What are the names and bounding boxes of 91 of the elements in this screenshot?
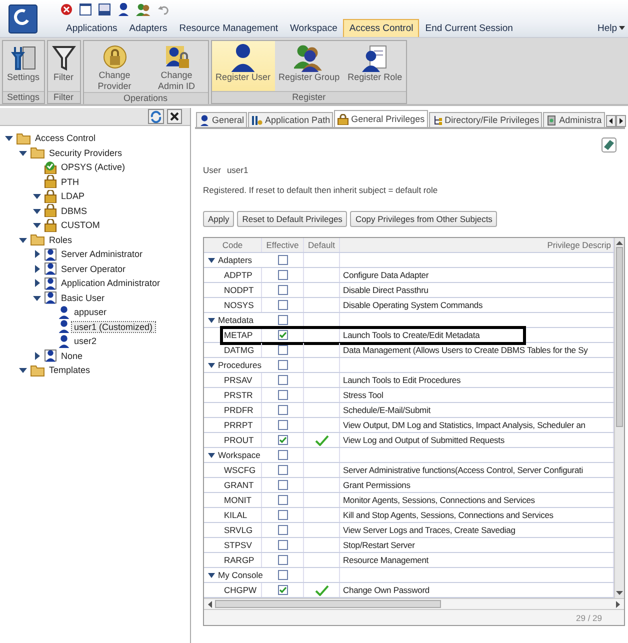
tree-item[interactable]: Roles <box>47 234 74 245</box>
tree-item[interactable]: Server Operator <box>59 264 128 274</box>
privilege-code: RARGP <box>224 555 254 565</box>
tree-item[interactable]: LDAP <box>59 191 87 202</box>
tree-item[interactable]: Application Administrator <box>59 278 162 288</box>
column-header[interactable]: Default <box>304 238 340 252</box>
tab[interactable]: General Privileges <box>334 110 428 127</box>
menu-tab[interactable]: Access Control <box>343 19 420 37</box>
ribbon-button[interactable]: Change Admin ID <box>146 41 208 92</box>
privilege-code: PRSAV <box>224 375 252 385</box>
tree-item[interactable]: Server Administrator <box>59 249 145 260</box>
privilege-description: Stress Tool <box>343 390 384 400</box>
privilege-code: STPSV <box>224 540 252 550</box>
privilege-description: Launch Tools to Create/Edit Metadata <box>343 330 480 340</box>
tab[interactable]: Administra <box>543 112 605 127</box>
privilege-description: Schedule/E-Mail/Submit <box>343 405 430 415</box>
privilege-description: Data Management (Allows Users to Create DBMS Tables for the Sy <box>343 345 588 355</box>
privilege-code: KILAL <box>224 510 248 520</box>
privilege-code: SRVLG <box>224 525 253 535</box>
tree-item[interactable]: OPSYS (Active) <box>59 162 128 172</box>
tree-item[interactable]: user1 (Customized) <box>72 322 155 332</box>
privilege-description: View Output, DM Log and Statistics, Impact Analysis, Scheduler an <box>343 420 586 430</box>
privilege-description: Monitor Agents, Sessions, Connections and Services <box>343 495 535 505</box>
ribbon-button[interactable]: Settings <box>3 41 44 91</box>
privilege-code: MONIT <box>224 495 252 505</box>
ribbon-button[interactable]: Register Role <box>344 41 406 91</box>
tree-item[interactable]: CUSTOM <box>59 220 102 230</box>
privilege-description: View Log and Output of Submitted Requests <box>343 435 504 445</box>
menu-tab[interactable]: End Current Session <box>419 19 519 37</box>
tree-item[interactable]: None <box>59 350 85 361</box>
tree-item[interactable]: PTH <box>59 176 81 187</box>
privilege-code: ADPTP <box>224 270 252 280</box>
privilege-code: PRSTR <box>224 390 253 400</box>
group-label: Register <box>212 91 406 103</box>
privilege-code: METAP <box>224 330 253 340</box>
action-button[interactable]: Apply <box>203 211 234 227</box>
menu-tab[interactable]: Workspace <box>284 19 344 37</box>
ribbon-button[interactable]: Filter <box>48 41 80 91</box>
action-button[interactable]: Reset to Default Privileges <box>237 211 348 227</box>
column-header[interactable]: Code <box>204 238 262 252</box>
privilege-code: WSCFG <box>224 465 256 475</box>
status-message: Registered. If reset to default then inherit subject = default role <box>202 184 439 195</box>
menu-tab[interactable]: Applications <box>60 19 124 37</box>
privilege-code: CHGPW <box>224 585 257 595</box>
help-menu[interactable]: Help <box>594 20 628 37</box>
ribbon-button[interactable]: Change Provider <box>84 41 146 92</box>
privilege-description: Server Administrative functions(Access Control, Server Configurati <box>343 465 584 475</box>
privilege-description: Disable Operating System Commands <box>343 300 483 310</box>
group-label: Adapters <box>218 255 252 265</box>
privilege-code: PRDFR <box>224 405 254 415</box>
tree-item[interactable]: Access Control <box>33 133 98 144</box>
action-button[interactable]: Copy Privileges from Other Subjects <box>350 211 498 227</box>
privilege-description: Disable Direct Passthru <box>343 285 428 295</box>
privilege-description: Kill and Stop Agents, Sessions, Connections and Services <box>343 510 554 520</box>
group-label: Operations <box>84 92 208 104</box>
tree-item[interactable]: DBMS <box>59 206 90 216</box>
privilege-description: Stop/Restart Server <box>343 540 415 550</box>
privilege-description: Resource Management <box>343 555 429 565</box>
tree-item[interactable]: Security Providers <box>47 148 124 158</box>
ribbon-button[interactable]: Register User <box>212 41 275 91</box>
privilege-code: NODPT <box>224 285 254 295</box>
group-label: Settings <box>3 91 44 103</box>
menu-tab[interactable]: Adapters <box>123 19 174 37</box>
privilege-description: Grant Permissions <box>343 480 410 490</box>
group-label: Workspace <box>218 450 260 460</box>
privilege-code: GRANT <box>224 480 254 490</box>
tree-item[interactable]: Templates <box>47 365 92 376</box>
group-label: Procedures <box>218 360 262 370</box>
row-count: 29 / 29 <box>576 612 602 622</box>
privilege-code: DATMG <box>224 345 254 355</box>
user-name: user1 <box>226 165 248 175</box>
privilege-description: Launch Tools to Edit Procedures <box>343 375 461 385</box>
privilege-description: Change Own Password <box>343 585 430 595</box>
column-header[interactable]: Effective <box>262 238 304 252</box>
ribbon-button[interactable]: Register Group <box>274 41 344 91</box>
privilege-description: View Server Logs and Traces, Create Savediag <box>343 525 516 535</box>
tree-item[interactable]: appuser <box>72 307 109 318</box>
privilege-code: PRRPT <box>224 420 253 430</box>
tab[interactable]: Application Path <box>248 112 334 127</box>
tab[interactable]: Directory/File Privileges <box>428 112 542 127</box>
group-label: Metadata <box>218 315 254 325</box>
group-label: My Console <box>218 570 263 580</box>
tab[interactable]: General <box>196 112 248 127</box>
group-label: Filter <box>48 91 80 103</box>
field-label: User <box>203 165 221 175</box>
tree-item[interactable]: Basic User <box>59 292 107 303</box>
privilege-description: Configure Data Adapter <box>343 270 429 280</box>
privilege-code: PROUT <box>224 435 254 445</box>
tree-item[interactable]: user2 <box>72 336 99 346</box>
privilege-code: NOSYS <box>224 300 254 310</box>
menu-tab[interactable]: Resource Management <box>173 19 284 37</box>
